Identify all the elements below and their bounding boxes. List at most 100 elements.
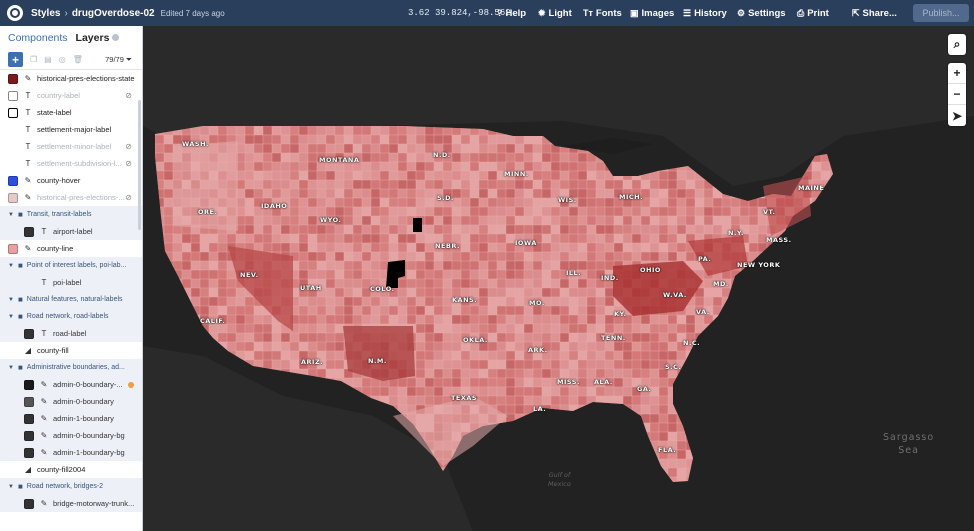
share-button[interactable]: ⇱ Share... xyxy=(852,0,897,26)
layer-item[interactable]: ✎ admin-0-boundary-... xyxy=(0,376,142,393)
layer-item[interactable]: ✎ bridge-motorway-trunk... xyxy=(0,495,142,512)
group-icon[interactable]: ▤ xyxy=(44,55,52,64)
sidebar-scrollbar[interactable] xyxy=(138,100,141,230)
county-tile xyxy=(514,404,525,415)
tab-layers[interactable]: Layers xyxy=(76,32,120,44)
duplicate-icon[interactable]: ❐ xyxy=(30,55,37,64)
layer-group[interactable]: ▼ ■ Road network, road-labels xyxy=(0,308,142,325)
images-button[interactable]: ▣ Images xyxy=(630,0,674,26)
layer-item[interactable]: Tstate-label xyxy=(0,104,142,121)
layer-group[interactable]: ▼ ■ Natural features, natural-labels xyxy=(0,291,142,308)
county-tile xyxy=(469,359,480,370)
county-tile xyxy=(496,278,507,289)
add-layer-button[interactable]: + xyxy=(8,52,23,67)
settings-button[interactable]: ⚙ Settings xyxy=(737,0,786,26)
county-tile xyxy=(631,251,642,262)
hidden-eye-icon[interactable]: ⊘ xyxy=(125,193,132,202)
layer-group[interactable]: ▼ ■ Transit, transit-labels xyxy=(0,206,142,223)
layer-item[interactable]: Tsettlement-subdivision-l... ⊘ xyxy=(0,155,142,172)
county-tile xyxy=(640,332,651,343)
expand-triangle-icon[interactable]: ▼ xyxy=(8,212,14,218)
county-tile xyxy=(559,206,570,217)
visibility-icon[interactable]: ◎ xyxy=(59,55,66,64)
map-canvas[interactable]: Sargasso Sea Gulf of Mexico WASH. MONTANA… xyxy=(143,26,974,531)
county-tile xyxy=(460,359,471,370)
compass-icon[interactable]: ➤ xyxy=(948,105,966,126)
layer-item[interactable]: Tcountry-label ⊘ xyxy=(0,87,142,104)
history-button[interactable]: ☰ History xyxy=(683,0,727,26)
county-tile xyxy=(811,170,822,181)
layer-item[interactable]: ✎ historical-pres-elections-state xyxy=(0,70,142,87)
county-tile xyxy=(262,215,273,226)
county-tile xyxy=(343,206,354,217)
zoom-out-button[interactable]: − xyxy=(948,84,966,105)
layer-item[interactable]: ✎ admin-1-boundary xyxy=(0,410,142,427)
hidden-eye-icon[interactable]: ⊘ xyxy=(125,91,132,100)
hidden-eye-icon[interactable]: ⊘ xyxy=(125,159,132,168)
county-tile xyxy=(343,314,354,325)
expand-triangle-icon[interactable]: ▼ xyxy=(8,297,14,303)
layer-item[interactable]: ✎ historical-pres-elections-... ⊘ xyxy=(0,189,142,206)
layer-item[interactable]: ✎ county-line xyxy=(0,240,142,257)
zoom-in-button[interactable]: + xyxy=(948,63,966,84)
county-tile xyxy=(649,413,660,424)
county-tile xyxy=(631,368,642,379)
county-tile xyxy=(568,242,579,253)
county-tile xyxy=(415,269,426,280)
county-tile xyxy=(505,197,516,208)
filter-icon[interactable]: ⏷ xyxy=(126,55,132,64)
fonts-button[interactable]: Tт Fonts xyxy=(583,0,622,26)
county-tile xyxy=(667,422,678,433)
expand-triangle-icon[interactable]: ▼ xyxy=(8,314,14,320)
style-name[interactable]: drugOverdose-02 xyxy=(72,8,155,19)
mapbox-logo-icon[interactable] xyxy=(7,5,23,21)
county-tile xyxy=(424,278,435,289)
county-tile xyxy=(415,197,426,208)
hidden-eye-icon[interactable]: ⊘ xyxy=(125,142,132,151)
county-tile xyxy=(541,377,552,388)
breadcrumb-styles[interactable]: Styles xyxy=(31,8,60,19)
county-tile xyxy=(397,179,408,190)
county-tile xyxy=(550,269,561,280)
layer-item[interactable]: Tpoi-label xyxy=(0,274,142,291)
county-tile xyxy=(208,305,219,316)
layer-item[interactable]: ✎ county-hover xyxy=(0,172,142,189)
county-tile xyxy=(271,350,282,361)
layer-item[interactable]: Tsettlement-major-label xyxy=(0,121,142,138)
county-tile xyxy=(325,332,336,343)
county-tile xyxy=(325,350,336,361)
county-tile xyxy=(658,413,669,424)
county-tile xyxy=(352,206,363,217)
county-tile xyxy=(541,206,552,217)
help-button[interactable]: ? Help xyxy=(497,0,526,26)
expand-triangle-icon[interactable]: ▼ xyxy=(8,365,14,371)
tab-components[interactable]: Components xyxy=(8,32,68,44)
map-search-icon[interactable]: ⌕ xyxy=(948,34,966,55)
layer-item[interactable]: Troad-label xyxy=(0,325,142,342)
county-tile xyxy=(577,170,588,181)
layer-item[interactable]: ◢ county-fill2004 xyxy=(0,461,142,478)
county-tile xyxy=(433,377,444,388)
layer-label: state-label xyxy=(37,108,72,117)
light-button[interactable]: ✹ Light xyxy=(538,0,572,26)
county-tile xyxy=(316,305,327,316)
county-tile xyxy=(370,206,381,217)
county-tile xyxy=(622,368,633,379)
county-tile xyxy=(478,350,489,361)
layer-item[interactable]: ✎ admin-1-boundary-bg xyxy=(0,444,142,461)
layer-item[interactable]: Tsettlement-minor-label ⊘ xyxy=(0,138,142,155)
expand-triangle-icon[interactable]: ▼ xyxy=(8,484,14,490)
layer-item[interactable]: ✎ admin-0-boundary-bg xyxy=(0,427,142,444)
print-button[interactable]: ⎙ Print xyxy=(797,0,829,26)
layer-item[interactable]: ✎ admin-0-boundary xyxy=(0,393,142,410)
county-tile xyxy=(496,251,507,262)
layer-item[interactable]: Tairport-label xyxy=(0,223,142,240)
delete-icon[interactable]: 🗑 xyxy=(73,55,83,64)
county-tile xyxy=(334,224,345,235)
layer-group[interactable]: ▼ ■ Administrative boundaries, ad... xyxy=(0,359,142,376)
layer-item[interactable]: ◢ county-fill xyxy=(0,342,142,359)
layer-group[interactable]: ▼ ■ Point of interest labels, poi-lab... xyxy=(0,257,142,274)
expand-triangle-icon[interactable]: ▼ xyxy=(8,263,14,269)
layer-group[interactable]: ▼ ■ Road network, bridges-2 xyxy=(0,478,142,495)
publish-button[interactable]: Publish... xyxy=(913,4,969,22)
